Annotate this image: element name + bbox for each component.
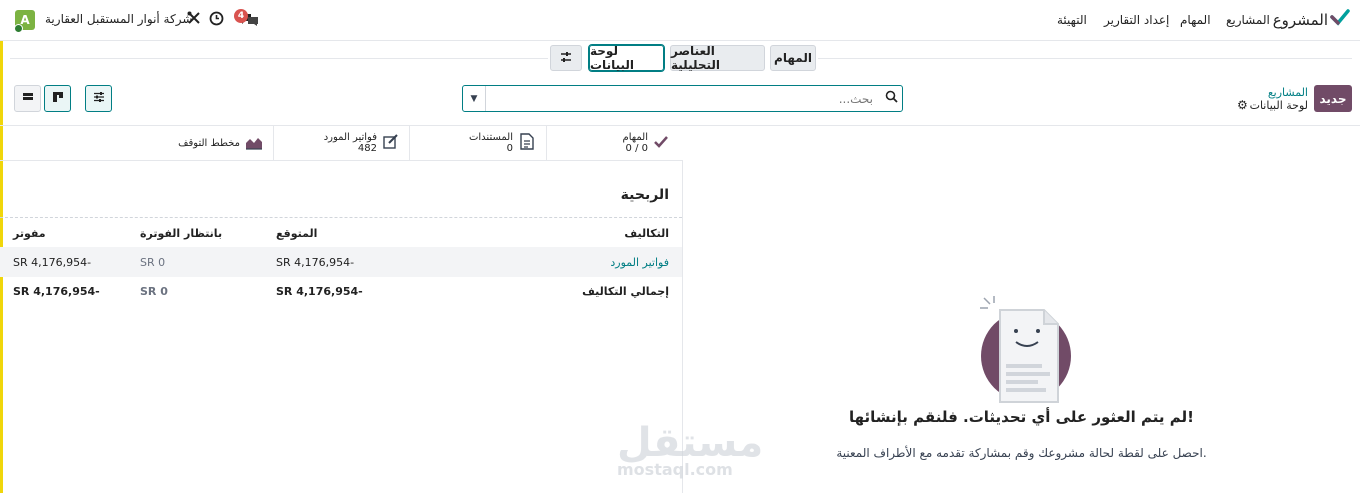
status-dot <box>14 24 23 33</box>
tools-icon[interactable] <box>187 11 201 29</box>
view-settings-button[interactable] <box>550 45 582 71</box>
row-to-invoice: SR 0 <box>140 256 166 269</box>
nav-configuration[interactable]: التهيئة <box>1057 13 1087 27</box>
total-costs-label: إجمالي التكاليف <box>582 285 669 298</box>
th-to-invoice: بانتظار الفوترة <box>140 227 223 240</box>
sliders-icon <box>560 51 572 66</box>
messages-badge: 4 <box>234 9 248 23</box>
stat-tasks-value: 0 / 0 <box>625 143 648 154</box>
nav-reporting[interactable]: إعداد التقارير <box>1104 13 1169 27</box>
tab-analytic-items[interactable]: العناصر التحليلية <box>670 44 765 72</box>
empty-state-subtitle: احصل على لقطة لحالة مشروعك وقم بمشاركة ت… <box>836 446 1207 460</box>
stat-burndown[interactable]: مخطط التوقف <box>138 126 274 161</box>
breadcrumb-current: لوحة البيانات <box>1249 99 1308 112</box>
stat-documents-value: 0 <box>506 143 513 154</box>
tabs-divider-left <box>10 58 548 59</box>
document-icon <box>520 133 534 154</box>
caret-down-icon: ▼ <box>470 93 478 104</box>
check-icon <box>653 134 669 153</box>
filter-settings-button[interactable] <box>85 85 112 112</box>
search-button[interactable] <box>879 86 903 111</box>
gear-icon[interactable]: ⚙ <box>1237 98 1248 112</box>
total-to-invoice: SR 0 <box>140 285 168 298</box>
tab-dashboard[interactable]: لوحة البيانات <box>588 44 665 72</box>
th-costs: التكاليف <box>624 227 669 240</box>
nav-tasks[interactable]: المهام <box>1180 13 1211 27</box>
total-expected: SR 4,176,954- <box>276 285 363 298</box>
row-invoiced: SR 4,176,954- <box>13 256 92 269</box>
stat-tasks-label: المهام <box>622 132 648 143</box>
list-icon <box>22 91 34 107</box>
edit-icon <box>383 134 399 153</box>
tab-tasks[interactable]: المهام <box>770 45 816 71</box>
list-view-button[interactable] <box>14 85 41 112</box>
app-logo-icon <box>1330 8 1350 31</box>
th-invoiced: مفوتر <box>13 227 46 240</box>
stat-documents-label: المستندات <box>468 132 513 143</box>
nav-projects[interactable]: المشاريع <box>1226 13 1270 27</box>
search-input[interactable] <box>487 86 877 111</box>
profitability-title: الربحية <box>620 187 669 203</box>
new-button[interactable]: جديد <box>1314 85 1352 112</box>
stats-divider <box>0 160 683 161</box>
app-brand[interactable]: المشروع <box>1273 11 1328 29</box>
th-expected: المتوقع <box>276 227 318 240</box>
row-vendor-bills-label[interactable]: فواتير المورد <box>610 256 669 269</box>
empty-state-title: لم يتم العثور على أي تحديثات. فلنقم بإنش… <box>848 408 1194 426</box>
stat-vendor-bills-label: فواتير المورد <box>323 132 377 143</box>
tabs-divider-right <box>818 58 1352 59</box>
search-dropdown-toggle[interactable]: ▼ <box>463 86 486 111</box>
stat-vendor-bills[interactable]: فواتير المورد 482 <box>274 126 410 161</box>
kanban-icon <box>52 91 64 107</box>
profitability-divider <box>0 217 682 218</box>
stat-vendor-bills-value: 482 <box>357 143 377 154</box>
clock-icon[interactable] <box>209 11 224 30</box>
stat-tasks[interactable]: المهام 0 / 0 <box>547 126 683 161</box>
kanban-view-button[interactable] <box>44 85 71 112</box>
empty-document-illustration <box>980 296 1072 404</box>
stat-burndown-label: مخطط التوقف <box>178 138 240 149</box>
breadcrumb-projects[interactable]: المشاريع <box>1268 86 1308 99</box>
area-chart-icon <box>245 135 263 154</box>
total-invoiced: SR 4,176,954- <box>13 285 100 298</box>
watermark-latin: mostaql.com <box>617 460 733 479</box>
search-icon <box>885 90 898 107</box>
row-expected: SR 4,176,954- <box>276 256 355 269</box>
company-switcher[interactable]: شركة أنوار المستقبل العقارية <box>45 12 192 26</box>
sliders-icon <box>93 91 105 107</box>
stat-documents[interactable]: المستندات 0 <box>410 126 547 161</box>
